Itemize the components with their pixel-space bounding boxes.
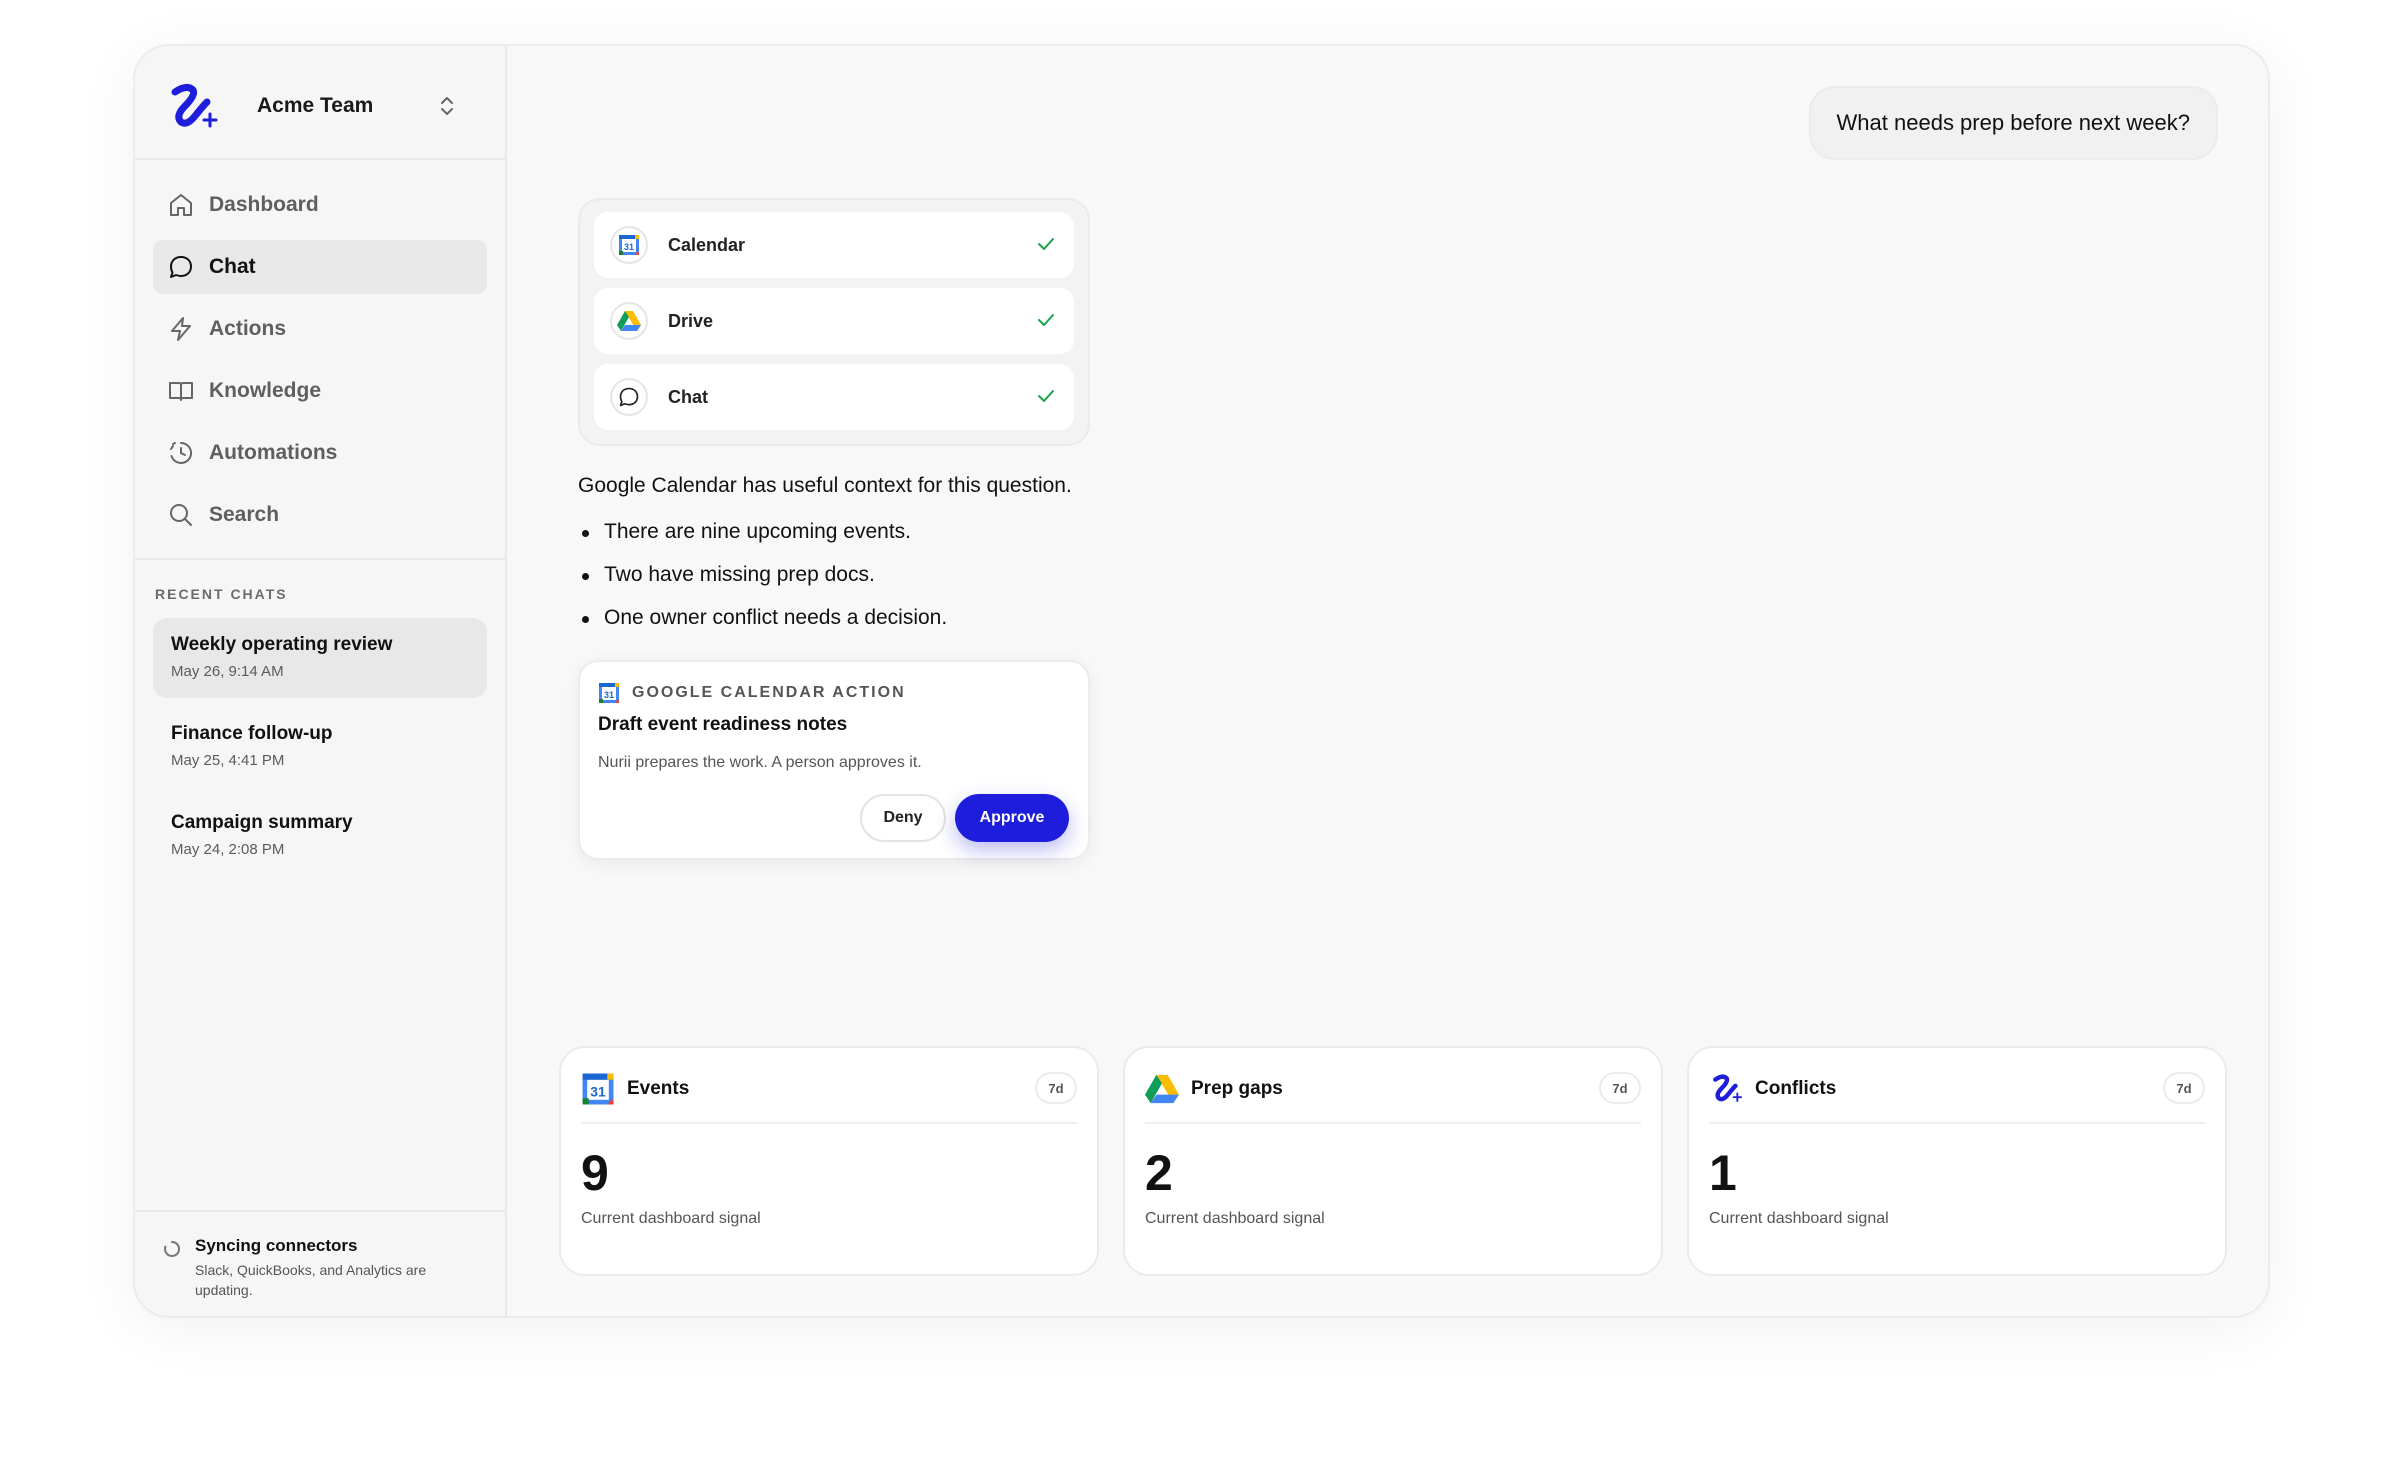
period-badge[interactable]: 7d	[2163, 1072, 2205, 1104]
recent-chat-item[interactable]: Finance follow-up May 25, 4:41 PM	[153, 707, 487, 787]
user-message-bubble: What needs prep before next week?	[1808, 86, 2218, 160]
stat-card-conflicts[interactable]: Conflicts 7d 1 Current dashboard signal	[1687, 1046, 2227, 1276]
sync-description: Slack, QuickBooks, and Analytics are upd…	[195, 1262, 427, 1298]
lightning-icon	[167, 315, 195, 343]
source-label: Drive	[668, 310, 714, 331]
recent-chat-date: May 25, 4:41 PM	[171, 752, 285, 769]
main-nav: Dashboard Chat Actions Knowledge Automat…	[153, 178, 487, 550]
nav-label: Chat	[209, 255, 256, 278]
nav-item-chat[interactable]: Chat	[153, 240, 487, 294]
stat-value: 1	[1709, 1145, 1737, 1201]
clock-history-icon	[167, 439, 195, 467]
sources-panel: 31 Calendar Drive Chat	[578, 198, 1090, 446]
google-calendar-icon: 31	[610, 226, 648, 264]
recent-chats-list: Weekly operating review May 26, 9:14 AM …	[153, 618, 487, 885]
action-eyebrow-label: GOOGLE CALENDAR ACTION	[632, 684, 906, 701]
svg-text:31: 31	[624, 242, 634, 252]
team-switcher[interactable]: Acme Team	[135, 46, 505, 160]
approve-button[interactable]: Approve	[955, 794, 1069, 842]
stat-title: Conflicts	[1755, 1078, 1837, 1099]
recent-chat-item[interactable]: Campaign summary May 24, 2:08 PM	[153, 796, 487, 876]
recent-chat-date: May 26, 9:14 AM	[171, 663, 284, 680]
home-icon	[167, 191, 195, 219]
nav-item-knowledge[interactable]: Knowledge	[153, 364, 487, 418]
nav-item-dashboard[interactable]: Dashboard	[153, 178, 487, 232]
loading-spinner-icon	[164, 1240, 181, 1257]
chat-bubble-icon	[167, 253, 195, 281]
google-calendar-icon: 31	[599, 683, 619, 703]
chat-bubble-icon	[610, 378, 648, 416]
answer-point: Two have missing prep docs.	[578, 563, 947, 606]
source-row-drive[interactable]: Drive	[594, 288, 1074, 354]
google-calendar-icon: 31	[582, 1073, 614, 1105]
calendar-action-card: 31 GOOGLE CALENDAR ACTION Draft event re…	[578, 660, 1090, 860]
nav-label: Search	[209, 503, 280, 526]
book-icon	[167, 377, 195, 405]
action-title: Draft event readiness notes	[598, 714, 848, 735]
stat-card-header: Conflicts 7d	[1709, 1068, 2205, 1124]
check-icon	[1038, 314, 1054, 326]
nav-item-automations[interactable]: Automations	[153, 426, 487, 480]
nav-label: Dashboard	[209, 193, 319, 216]
stat-caption: Current dashboard signal	[581, 1210, 761, 1227]
check-icon	[1038, 238, 1054, 250]
assistant-answer-list: There are nine upcoming events. Two have…	[578, 520, 947, 649]
nav-label: Actions	[209, 317, 287, 340]
stat-card-events[interactable]: 31 Events 7d 9 Current dashboard signal	[559, 1046, 1099, 1276]
action-description: Nurii prepares the work. A person approv…	[598, 754, 922, 771]
stat-title: Events	[627, 1078, 690, 1099]
source-row-chat[interactable]: Chat	[594, 364, 1074, 430]
action-eyebrow: 31 GOOGLE CALENDAR ACTION	[598, 682, 906, 704]
svg-text:31: 31	[590, 1084, 606, 1100]
recent-chat-date: May 24, 2:08 PM	[171, 841, 285, 858]
stat-value: 2	[1145, 1145, 1173, 1201]
recent-chat-title: Weekly operating review	[171, 634, 393, 655]
sidebar-divider	[135, 558, 505, 560]
recent-chat-item[interactable]: Weekly operating review May 26, 9:14 AM	[153, 618, 487, 698]
stat-card-prep-gaps[interactable]: Prep gaps 7d 2 Current dashboard signal	[1123, 1046, 1663, 1276]
nav-item-actions[interactable]: Actions	[153, 302, 487, 356]
chat-main: What needs prep before next week? 31 Cal…	[507, 46, 2268, 1316]
stat-caption: Current dashboard signal	[1145, 1210, 1325, 1227]
stat-card-header: 31 Events 7d	[581, 1068, 1077, 1124]
assistant-answer-intro: Google Calendar has useful context for t…	[578, 474, 1072, 497]
brand-logo-icon	[1713, 1074, 1743, 1102]
answer-point: One owner conflict needs a decision.	[578, 606, 947, 649]
stat-card-header: Prep gaps 7d	[1145, 1068, 1641, 1124]
app-window: Acme Team Dashboard Chat Actions Knowled…	[133, 44, 2270, 1318]
sync-title: Syncing connectors	[195, 1236, 358, 1255]
nav-label: Knowledge	[209, 379, 322, 402]
source-row-calendar[interactable]: 31 Calendar	[594, 212, 1074, 278]
sync-status: Syncing connectors Slack, QuickBooks, an…	[135, 1210, 505, 1316]
user-message-text: What needs prep before next week?	[1836, 110, 2190, 135]
google-drive-icon	[610, 302, 648, 340]
stat-caption: Current dashboard signal	[1709, 1210, 1889, 1227]
svg-text:31: 31	[604, 690, 614, 700]
chevron-up-down-icon[interactable]	[438, 94, 456, 118]
recent-chats-heading: RECENT CHATS	[155, 586, 288, 602]
search-icon	[167, 501, 195, 529]
stat-title: Prep gaps	[1191, 1078, 1283, 1099]
source-label: Calendar	[668, 234, 746, 255]
check-icon	[1038, 390, 1054, 402]
sidebar: Acme Team Dashboard Chat Actions Knowled…	[135, 46, 507, 1316]
google-drive-icon	[1145, 1074, 1179, 1104]
nav-item-search[interactable]: Search	[153, 488, 487, 542]
period-badge[interactable]: 7d	[1035, 1072, 1077, 1104]
source-label: Chat	[668, 386, 708, 407]
answer-point: There are nine upcoming events.	[578, 520, 947, 563]
period-badge[interactable]: 7d	[1599, 1072, 1641, 1104]
brand-logo-icon	[171, 83, 218, 128]
deny-button[interactable]: Deny	[860, 794, 946, 842]
recent-chat-title: Campaign summary	[171, 812, 353, 833]
recent-chat-title: Finance follow-up	[171, 723, 333, 744]
team-name: Acme Team	[257, 94, 374, 117]
nav-label: Automations	[209, 441, 338, 464]
stat-value: 9	[581, 1145, 609, 1201]
